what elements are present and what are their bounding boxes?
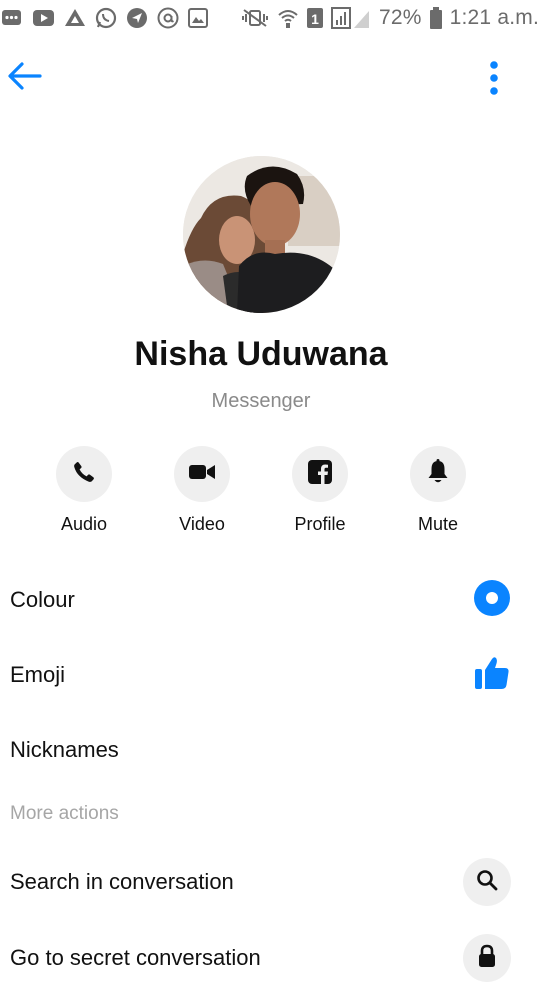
system-icons: 1 72% 1:21 a.m. (241, 6, 539, 30)
search-icon (476, 869, 498, 896)
clock: 1:21 a.m. (449, 6, 539, 29)
video-call-circle (174, 446, 230, 502)
more-options-button[interactable] (476, 58, 512, 102)
drive-icon (64, 8, 86, 28)
phone-icon (72, 460, 96, 489)
battery-icon (429, 7, 442, 29)
audio-label: Audio (60, 514, 108, 534)
arrow-left-icon (6, 61, 42, 96)
status-bar: 1 72% 1:21 a.m. (0, 0, 545, 36)
sim-number: 1 (311, 11, 319, 27)
secret-conversation-button[interactable] (463, 934, 511, 982)
sim-icon: 1 (307, 7, 323, 29)
avatar-photo (183, 156, 340, 313)
lock-icon (477, 944, 497, 973)
profile-name: Nisha Uduwana (134, 335, 388, 373)
emoji-row[interactable]: Emoji (0, 645, 545, 705)
mute-vibrate-icon (241, 8, 269, 28)
colour-label: Colour (10, 587, 75, 612)
signal-icon (331, 7, 371, 29)
video-camera-icon (188, 462, 216, 487)
profile-button[interactable]: Profile (270, 446, 370, 535)
thumbs-up-icon (473, 655, 511, 696)
nicknames-row[interactable]: Nicknames (0, 720, 545, 780)
video-call-button[interactable]: Video (152, 446, 252, 535)
profile-circle (292, 446, 348, 502)
wifi-icon (277, 7, 299, 29)
facebook-icon (308, 459, 332, 489)
gallery-icon (188, 8, 208, 28)
whatsapp-icon (95, 7, 117, 29)
bell-icon (426, 458, 450, 490)
app-bar (0, 50, 545, 110)
more-actions-header: More actions (10, 803, 119, 824)
at-icon (157, 7, 179, 29)
profile-label: Profile (294, 514, 346, 534)
message-icon (2, 9, 24, 27)
video-label: Video (179, 514, 225, 534)
audio-call-button[interactable]: Audio (34, 446, 134, 535)
mute-button[interactable]: Mute (388, 446, 488, 535)
nicknames-label: Nicknames (10, 737, 119, 762)
emoji-label: Emoji (10, 662, 66, 687)
search-conversation-button[interactable] (463, 858, 511, 906)
secret-conversation-label: Go to secret conversation (10, 945, 261, 970)
mute-label: Mute (417, 514, 459, 534)
avatar[interactable] (183, 156, 340, 313)
colour-row[interactable]: Colour (0, 570, 545, 630)
notification-icons (0, 7, 208, 29)
navigation-icon (126, 7, 148, 29)
secret-conversation-row[interactable]: Go to secret conversation (0, 928, 545, 988)
colour-swatch-icon (473, 579, 511, 622)
audio-call-circle (56, 446, 112, 502)
mute-circle (410, 446, 466, 502)
search-conversation-label: Search in conversation (10, 869, 234, 894)
search-conversation-row[interactable]: Search in conversation (0, 852, 545, 912)
youtube-icon (33, 9, 55, 27)
back-button[interactable] (4, 58, 44, 98)
battery-percent: 72% (379, 6, 422, 29)
profile-subtitle: Messenger (211, 390, 311, 412)
more-vertical-icon (489, 60, 499, 101)
